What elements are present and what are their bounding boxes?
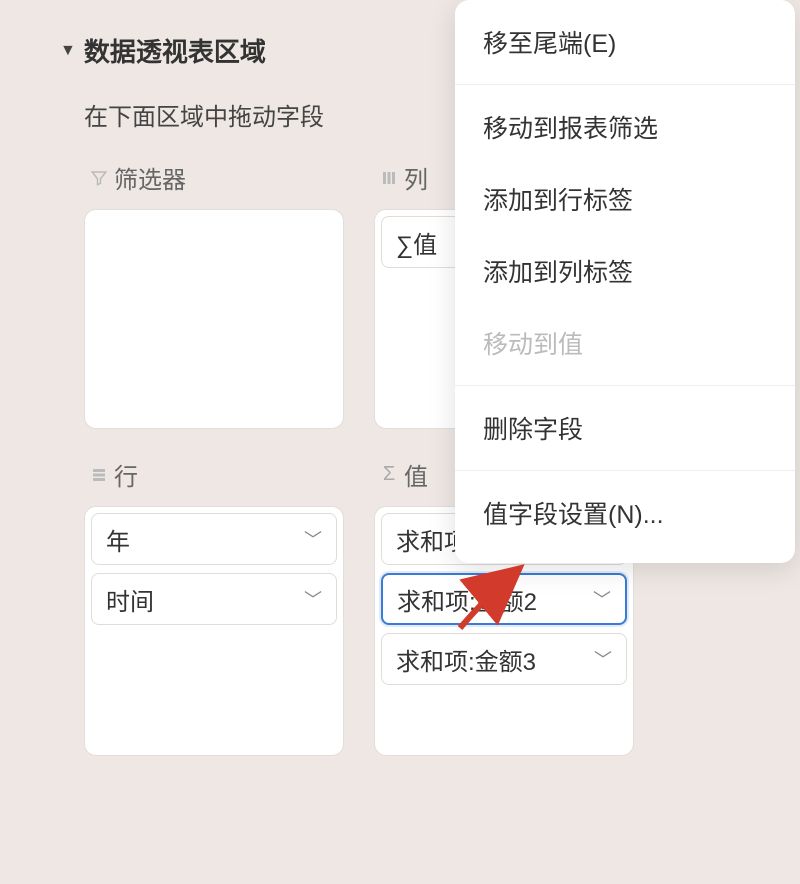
zone-rows-box[interactable]: 年 ﹀ 时间 ﹀ <box>84 506 344 756</box>
field-chip-selected[interactable]: 求和项:金额2 ﹀ <box>381 573 627 625</box>
chevron-down-icon: ﹀ <box>304 526 322 552</box>
menu-move-to-values: 移动到值 <box>455 307 795 379</box>
chevron-down-icon: ﹀ <box>594 646 612 672</box>
zone-rows-label: 行 <box>114 457 138 492</box>
menu-delete-field[interactable]: 删除字段 <box>455 392 795 464</box>
zone-filter-box[interactable] <box>84 209 344 429</box>
chevron-down-icon: ﹀ <box>593 586 611 612</box>
zone-filter-label: 筛选器 <box>114 160 186 195</box>
context-menu: 移至尾端(E) 移动到报表筛选 添加到行标签 添加到列标签 移动到值 删除字段 … <box>455 0 795 563</box>
chevron-down-icon: ﹀ <box>304 586 322 612</box>
menu-move-to-report-filter[interactable]: 移动到报表筛选 <box>455 91 795 163</box>
zone-values-label: 值 <box>404 457 428 492</box>
field-chip-label: 时间 <box>106 582 154 617</box>
sigma-icon: Σ <box>374 463 404 486</box>
field-chip-label: 年 <box>106 522 130 557</box>
zone-rows-header: 行 <box>84 457 344 492</box>
columns-icon <box>374 169 404 187</box>
field-chip-label: ∑值 <box>396 225 437 260</box>
field-chip-label: 求和项:金额2 <box>397 582 537 617</box>
field-chip[interactable]: 时间 ﹀ <box>91 573 337 625</box>
menu-separator <box>455 470 795 471</box>
menu-separator <box>455 385 795 386</box>
zone-filter: 筛选器 <box>84 160 344 429</box>
menu-separator <box>455 84 795 85</box>
collapse-triangle-icon: ▼ <box>60 42 76 60</box>
field-chip-label: 求和项:金额3 <box>396 642 536 677</box>
filter-icon <box>84 169 114 187</box>
menu-move-to-end[interactable]: 移至尾端(E) <box>455 6 795 78</box>
field-chip[interactable]: 求和项:金额3 ﹀ <box>381 633 627 685</box>
menu-value-field-settings[interactable]: 值字段设置(N)... <box>455 477 795 549</box>
menu-add-to-row-labels[interactable]: 添加到行标签 <box>455 163 795 235</box>
rows-icon <box>84 466 114 484</box>
pivot-area-title: 数据透视表区域 <box>84 32 266 69</box>
field-chip[interactable]: 年 ﹀ <box>91 513 337 565</box>
menu-add-to-column-labels[interactable]: 添加到列标签 <box>455 235 795 307</box>
zone-filter-header: 筛选器 <box>84 160 344 195</box>
zone-columns-label: 列 <box>404 160 428 195</box>
zone-rows: 行 年 ﹀ 时间 ﹀ <box>84 457 344 756</box>
